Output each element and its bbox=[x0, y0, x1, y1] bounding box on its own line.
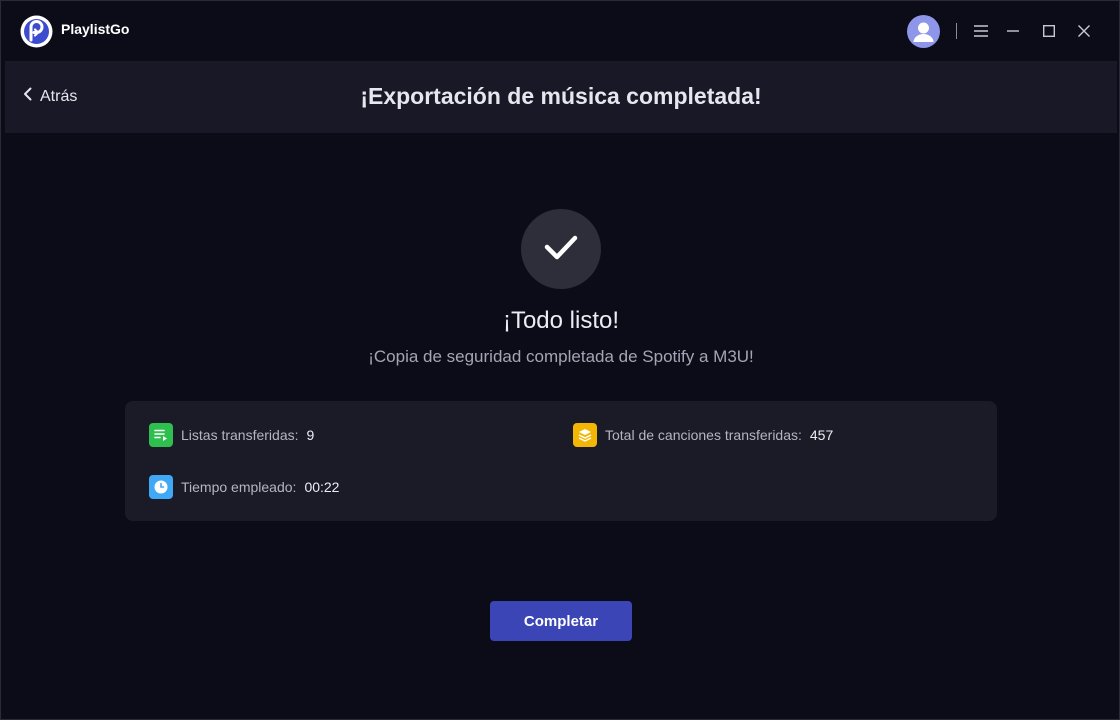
playlist-icon bbox=[149, 423, 173, 447]
minimize-icon[interactable] bbox=[1003, 21, 1023, 41]
result-title: ¡Todo listo! bbox=[502, 307, 620, 334]
app-name: PlaylistGo bbox=[61, 21, 130, 37]
stat-playlists-label: Listas transferidas: bbox=[181, 427, 299, 443]
layers-icon bbox=[573, 423, 597, 447]
stat-songs-label: Total de canciones transferidas: bbox=[605, 427, 802, 443]
stat-time: Tiempo empleado: 00:22 bbox=[149, 475, 339, 499]
checkmark-icon bbox=[544, 234, 578, 265]
complete-button[interactable]: Completar bbox=[490, 601, 632, 641]
stat-songs: Total de canciones transferidas: 457 bbox=[573, 423, 833, 447]
stats-panel: Listas transferidas: 9 Total de cancione… bbox=[125, 401, 997, 521]
hamburger-menu-icon[interactable] bbox=[971, 21, 991, 41]
title-bar-divider bbox=[956, 23, 957, 39]
page-title: ¡Exportación de música completada! bbox=[360, 83, 762, 109]
close-icon[interactable] bbox=[1074, 21, 1094, 41]
stat-playlists-value: 9 bbox=[306, 427, 315, 443]
playlistgo-logo-icon bbox=[20, 15, 53, 48]
clock-icon bbox=[149, 475, 173, 499]
stat-time-label: Tiempo empleado: bbox=[181, 479, 297, 495]
maximize-icon[interactable] bbox=[1039, 21, 1059, 41]
stat-songs-value: 457 bbox=[809, 427, 834, 443]
success-badge bbox=[521, 209, 601, 289]
stat-time-value: 00:22 bbox=[304, 479, 340, 495]
result-subtitle: ¡Copia de seguridad completada de Spotif… bbox=[368, 347, 754, 366]
app-window: PlaylistGo Atrás ¡Exportación de música … bbox=[0, 0, 1120, 720]
title-bar: PlaylistGo bbox=[1, 1, 1119, 61]
page-header: Atrás ¡Exportación de música completada! bbox=[5, 61, 1117, 133]
stat-playlists: Listas transferidas: 9 bbox=[149, 423, 314, 447]
user-avatar-icon[interactable] bbox=[907, 15, 940, 48]
